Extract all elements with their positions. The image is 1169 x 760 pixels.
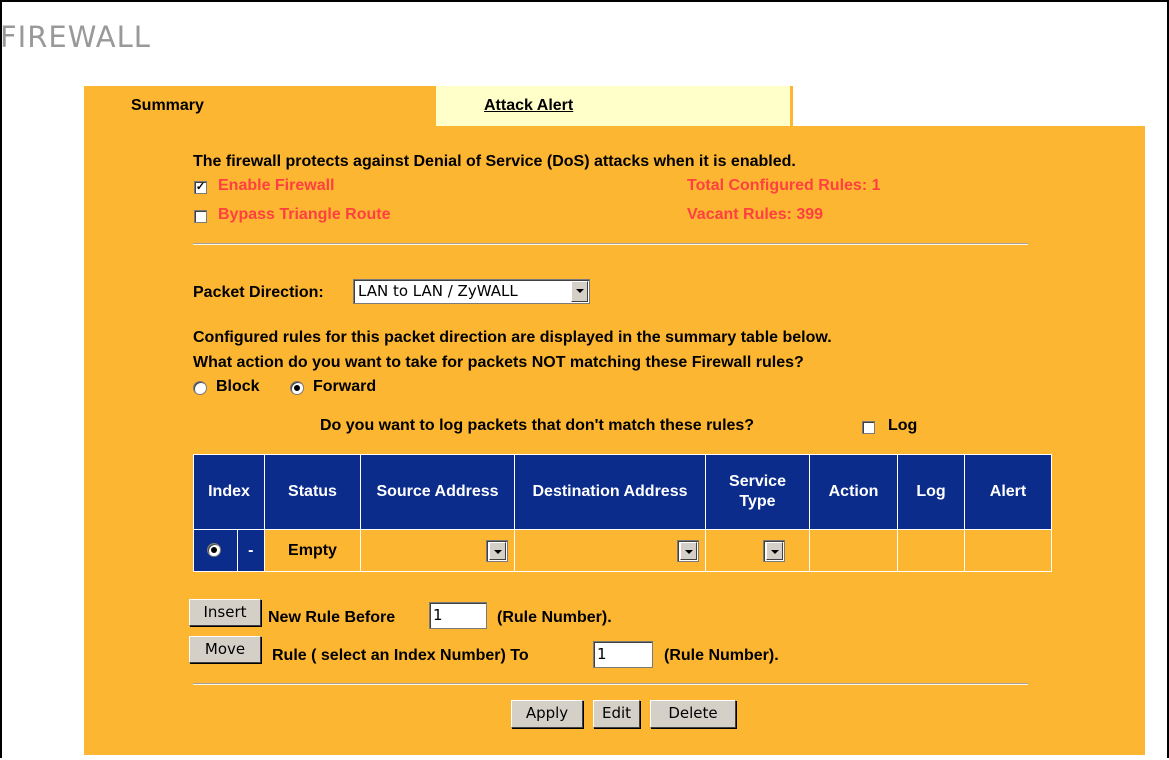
- intro-text: The firewall protects against Denial of …: [193, 153, 796, 170]
- col-alert: Alert: [964, 454, 1052, 530]
- col-index: Index: [193, 454, 265, 530]
- action-question: What action do you want to take for pack…: [193, 354, 804, 371]
- packet-direction-value: LAN to LAN / ZyWALL: [358, 282, 518, 300]
- row-index-cell: -: [236, 529, 266, 572]
- packet-direction-select[interactable]: LAN to LAN / ZyWALL: [353, 279, 590, 304]
- configured-note: Configured rules for this packet directi…: [193, 329, 832, 346]
- divider: [193, 243, 1028, 245]
- insert-suffix: (Rule Number).: [497, 609, 612, 626]
- rules-table: Index Status Source Address Destination …: [193, 454, 1052, 572]
- divider-bottom: [193, 683, 1028, 685]
- chevron-down-icon[interactable]: [766, 542, 783, 560]
- move-suffix: (Rule Number).: [664, 647, 779, 664]
- enable-firewall-checkbox[interactable]: ✓: [194, 181, 207, 194]
- col-destination: Destination Address: [514, 454, 706, 530]
- col-action: Action: [809, 454, 898, 530]
- row-alert-cell: [964, 529, 1052, 572]
- tab-attack-alert-label[interactable]: Attack Alert: [484, 97, 573, 115]
- move-button[interactable]: Move: [189, 636, 261, 663]
- delete-button[interactable]: Delete: [650, 700, 736, 728]
- tab-bar: Summary Attack Alert: [84, 86, 1145, 126]
- col-source: Source Address: [360, 454, 515, 530]
- block-radio[interactable]: [193, 381, 207, 395]
- bypass-triangle-checkbox[interactable]: [194, 210, 207, 223]
- enable-firewall-label: Enable Firewall: [218, 177, 335, 194]
- vacant-rules-text: Vacant Rules: 399: [687, 206, 824, 223]
- table-header-row: Index Status Source Address Destination …: [193, 454, 1052, 530]
- apply-button[interactable]: Apply: [511, 700, 583, 728]
- chevron-down-icon[interactable]: [680, 542, 697, 560]
- destination-select[interactable]: [677, 540, 699, 562]
- forward-radio[interactable]: [290, 381, 304, 395]
- move-label: Rule ( select an Index Number) To: [272, 647, 529, 664]
- col-service-line1: Service: [729, 473, 786, 490]
- packet-direction-label: Packet Direction:: [193, 284, 324, 301]
- tab-attack-alert[interactable]: Attack Alert: [436, 86, 793, 126]
- move-rule-number-input[interactable]: 1: [593, 641, 653, 668]
- source-select[interactable]: [486, 540, 508, 562]
- col-status: Status: [264, 454, 361, 530]
- row-destination-cell: [514, 529, 706, 572]
- col-service-type: Service Type: [705, 454, 810, 530]
- insert-button[interactable]: Insert: [189, 599, 261, 626]
- chevron-down-icon[interactable]: [571, 281, 588, 302]
- forward-label: Forward: [313, 378, 377, 395]
- col-log: Log: [897, 454, 965, 530]
- insert-rule-number-input[interactable]: 1: [429, 602, 487, 629]
- tab-summary-label: Summary: [131, 97, 204, 114]
- tab-bar-spacer: [793, 86, 1145, 126]
- col-service-line2: Type: [739, 493, 776, 510]
- log-checkbox[interactable]: [862, 421, 875, 434]
- log-label: Log: [888, 417, 918, 434]
- table-row: - Empty: [193, 529, 1052, 572]
- block-label: Block: [216, 378, 260, 395]
- service-select[interactable]: [763, 540, 785, 562]
- log-question: Do you want to log packets that don't ma…: [320, 417, 755, 434]
- row-select-radio[interactable]: [207, 543, 221, 557]
- chevron-down-icon[interactable]: [489, 542, 506, 560]
- row-service-cell: [705, 529, 810, 572]
- bypass-triangle-label: Bypass Triangle Route: [218, 206, 391, 223]
- total-rules-text: Total Configured Rules: 1: [687, 177, 881, 194]
- page-title: FIREWALL: [0, 20, 151, 54]
- row-action-cell: [809, 529, 898, 572]
- insert-label: New Rule Before: [268, 609, 396, 626]
- edit-button[interactable]: Edit: [593, 700, 640, 728]
- row-source-cell: [360, 529, 515, 572]
- tab-summary[interactable]: Summary: [84, 86, 436, 126]
- row-select-cell: [193, 529, 238, 572]
- row-log-cell: [897, 529, 965, 572]
- row-status-cell: Empty: [264, 529, 361, 572]
